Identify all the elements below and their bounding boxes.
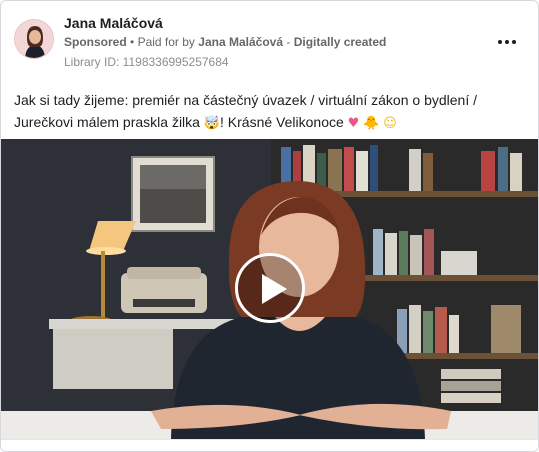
chick-emoji-icon: 🐥 xyxy=(363,116,380,131)
digitally-created-label[interactable]: Digitally created xyxy=(294,35,387,49)
library-id: Library ID: 1198336995257684 xyxy=(64,55,229,69)
paid-for-prefix: Paid for by xyxy=(137,35,195,49)
card-footer xyxy=(1,439,538,451)
ad-text: Jak si tady žijeme: premiér na částečný … xyxy=(14,89,529,135)
exploding-head-emoji-icon: 🤯 xyxy=(203,116,221,131)
ad-text-segment-2: ! Krásné Velikonoce xyxy=(220,114,344,130)
author-name[interactable]: Jana Maláčová xyxy=(64,15,163,31)
sponsor-info: Sponsored • Paid for by Jana Maláčová - … xyxy=(64,35,386,49)
video-player[interactable] xyxy=(1,139,538,439)
play-button[interactable] xyxy=(235,253,305,323)
ad-text-line-1: Jak si tady žijeme: premiér na částečný … xyxy=(14,92,477,108)
ad-card: Jana Maláčová Sponsored • Paid for by Ja… xyxy=(0,0,539,452)
ad-text-segment-1: Jurečkovi málem praskla žilka xyxy=(14,114,200,130)
smiling-face-emoji-icon: ☺ xyxy=(383,116,397,131)
paid-for-name[interactable]: Jana Maláčová xyxy=(198,35,283,49)
more-dot xyxy=(505,40,509,44)
ad-text-line-2: Jurečkovi málem praskla žilka 🤯! Krásné … xyxy=(14,111,529,135)
pink-heart-emoji-icon: ♥ xyxy=(347,116,360,131)
sponsored-label: Sponsored xyxy=(64,35,127,49)
separator-dash: - xyxy=(286,35,291,49)
avatar-image xyxy=(15,20,53,58)
separator-dot: • xyxy=(130,35,135,49)
avatar[interactable] xyxy=(14,19,54,59)
more-horizontal-icon xyxy=(498,40,502,44)
play-icon xyxy=(262,274,287,304)
more-dot xyxy=(512,40,516,44)
more-options-button[interactable] xyxy=(495,33,519,51)
